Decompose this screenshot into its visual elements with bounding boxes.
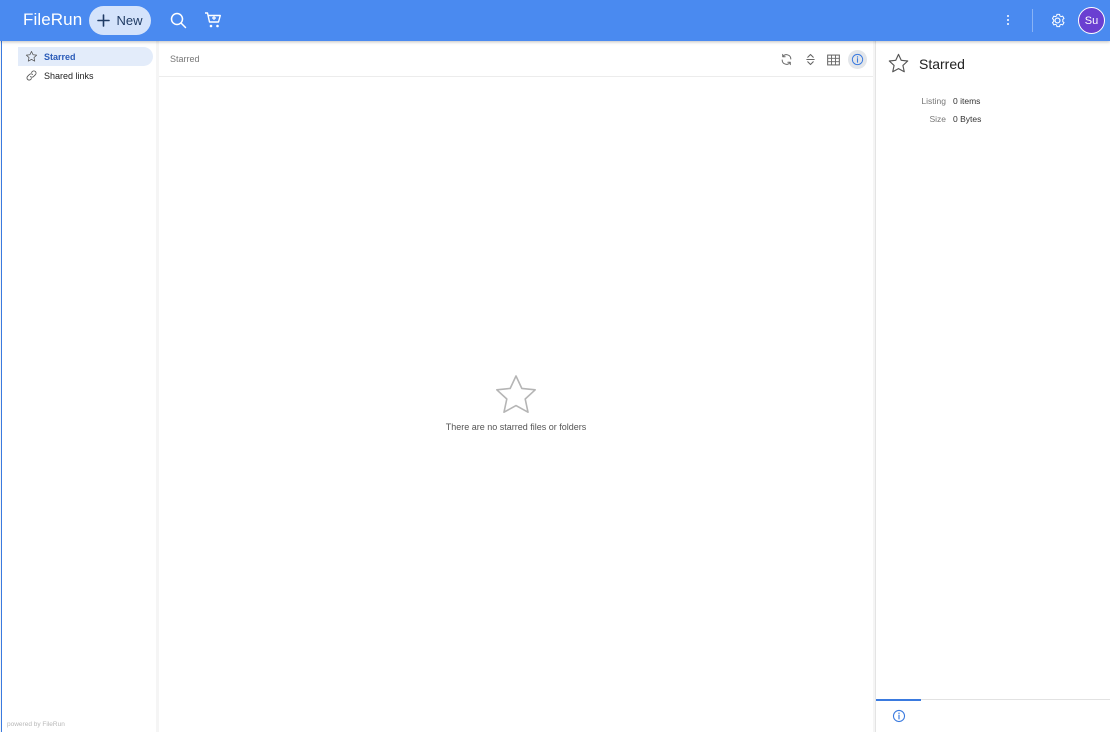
plus-icon	[97, 14, 111, 27]
breadcrumb[interactable]: Starred	[170, 54, 200, 64]
link-icon	[24, 69, 38, 83]
refresh-button[interactable]	[777, 50, 796, 69]
info-icon	[892, 709, 905, 723]
sidebar-item-starred[interactable]: Starred	[18, 47, 153, 66]
star-outline-icon	[496, 375, 536, 413]
app-logo[interactable]: FileRun	[23, 10, 82, 30]
grid-view-button[interactable]	[824, 50, 843, 69]
gear-icon	[1051, 13, 1065, 27]
grid-view-icon	[827, 54, 840, 65]
cart-button[interactable]	[202, 9, 224, 31]
more-menu-button[interactable]	[997, 9, 1019, 31]
sidebar-item-label: Starred	[44, 51, 76, 62]
sidebar-item-label: Shared links	[44, 70, 94, 81]
details-panel: Starred Listing 0 items Size 0 Bytes	[875, 41, 1110, 732]
empty-state: There are no starred files or folders	[159, 371, 873, 432]
powered-by-footer: powered by FileRun	[7, 721, 65, 728]
new-button-label: New	[116, 13, 143, 28]
sidebar: Starred Shared links powered by FileRun	[1, 41, 156, 732]
details-title: Starred	[919, 56, 965, 72]
file-browser: Starred There are no starred files or fo…	[159, 41, 873, 732]
sort-button[interactable]	[801, 50, 820, 69]
cart-icon	[205, 12, 221, 28]
more-vertical-icon	[1007, 15, 1009, 25]
details-tabs	[876, 699, 1110, 732]
empty-message: There are no starred files or folders	[445, 422, 587, 432]
info-toggle-button[interactable]	[848, 50, 867, 69]
details-key: Size	[929, 114, 946, 124]
top-bar: FileRun New Su	[0, 0, 1110, 41]
star-icon	[888, 53, 909, 73]
star-icon	[24, 50, 38, 64]
details-value: 0 Bytes	[953, 114, 982, 124]
details-key: Listing	[921, 96, 946, 106]
details-value: 0 items	[953, 96, 981, 106]
search-icon	[170, 12, 186, 28]
toolbar-divider	[1032, 9, 1033, 32]
refresh-icon	[781, 53, 792, 66]
main-toolbar: Starred	[159, 41, 873, 77]
search-button[interactable]	[167, 9, 189, 31]
sort-icon	[806, 53, 815, 66]
sidebar-item-shared-links[interactable]: Shared links	[18, 66, 153, 85]
user-avatar[interactable]: Su	[1078, 7, 1105, 34]
new-button[interactable]: New	[89, 6, 151, 35]
tab-info[interactable]	[876, 699, 921, 732]
settings-button[interactable]	[1046, 9, 1068, 31]
info-icon	[851, 53, 864, 66]
